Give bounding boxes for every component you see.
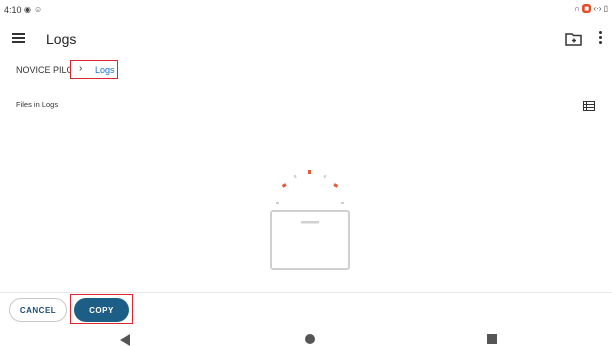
status-right-icons: ∩ ■ ‹·› ▯ <box>574 4 608 13</box>
nav-back-icon[interactable] <box>120 334 130 346</box>
headphones-icon: ∩ <box>574 4 581 13</box>
bottom-divider <box>0 292 612 293</box>
status-bar: 4:10 ◉ ☺ ∩ ■ ‹·› ▯ <box>0 0 612 22</box>
cancel-button[interactable]: CANCEL <box>9 298 67 322</box>
breadcrumb-current[interactable]: › Logs <box>70 60 118 79</box>
files-section-header: Files in Logs <box>16 96 596 112</box>
record-icon: ◉ <box>24 5 31 14</box>
smiley-icon: ☺ <box>34 5 43 14</box>
data-icon: ‹·› <box>593 4 602 13</box>
new-folder-icon[interactable] <box>565 31 583 47</box>
menu-icon[interactable] <box>10 31 28 45</box>
nav-recents-icon[interactable] <box>487 334 497 344</box>
more-options-icon[interactable] <box>596 30 604 48</box>
chevron-right-icon: › <box>79 63 83 74</box>
battery-icon: ▯ <box>603 4 608 13</box>
app-bar: Logs <box>0 22 612 58</box>
list-view-icon[interactable] <box>583 98 595 111</box>
page-title: Logs <box>46 31 77 47</box>
status-time: 4:10 <box>4 5 22 15</box>
breadcrumb-current-label: Logs <box>95 65 115 75</box>
files-section-title: Files in Logs <box>16 100 59 109</box>
empty-folder-illustration <box>262 166 358 276</box>
notification-badge-icon: ■ <box>582 4 592 13</box>
nav-home-icon[interactable] <box>305 334 315 344</box>
copy-button[interactable]: COPY <box>74 298 129 322</box>
